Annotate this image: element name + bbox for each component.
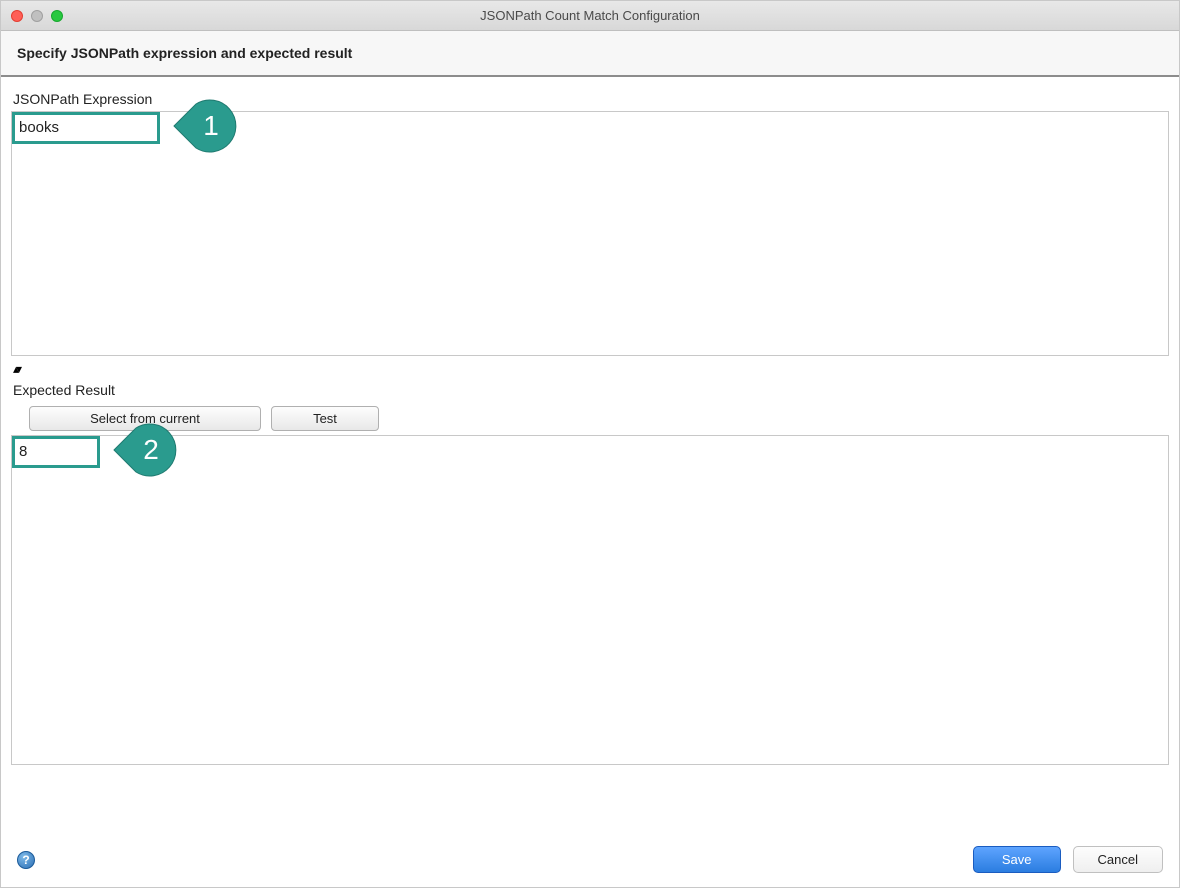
dialog-window: JSONPath Count Match Configuration Speci…: [0, 0, 1180, 888]
dialog-header: Specify JSONPath expression and expected…: [1, 31, 1179, 77]
expression-highlight: books: [12, 112, 160, 144]
expression-value: books: [19, 119, 59, 136]
callout-1: 1: [174, 98, 248, 154]
save-button[interactable]: Save: [973, 846, 1061, 873]
jsonpath-expression-input[interactable]: books 1: [11, 111, 1169, 356]
callout-1-number: 1: [203, 110, 219, 142]
minimize-icon[interactable]: [31, 10, 43, 22]
callout-2-number: 2: [143, 434, 159, 466]
window-title: JSONPath Count Match Configuration: [11, 8, 1169, 23]
help-glyph: ?: [22, 853, 29, 867]
result-button-row: Select from current Test: [29, 406, 1169, 431]
close-icon[interactable]: [11, 10, 23, 22]
result-highlight: 8: [12, 436, 100, 468]
titlebar: JSONPath Count Match Configuration: [1, 1, 1179, 31]
splitter-handle[interactable]: ▴▾: [13, 362, 1169, 376]
instruction-text: Specify JSONPath expression and expected…: [17, 45, 1163, 61]
callout-2: 2: [114, 422, 188, 478]
maximize-icon[interactable]: [51, 10, 63, 22]
dialog-footer: ? Save Cancel: [1, 838, 1179, 887]
window-controls: [11, 10, 63, 22]
cancel-button[interactable]: Cancel: [1073, 846, 1163, 873]
expected-result-input[interactable]: 8 2: [11, 435, 1169, 765]
result-label: Expected Result: [13, 382, 1169, 398]
test-button[interactable]: Test: [271, 406, 379, 431]
help-icon[interactable]: ?: [17, 851, 35, 869]
dialog-content: JSONPath Expression books 1 ▴▾ Expected …: [1, 77, 1179, 838]
result-value: 8: [19, 443, 27, 460]
